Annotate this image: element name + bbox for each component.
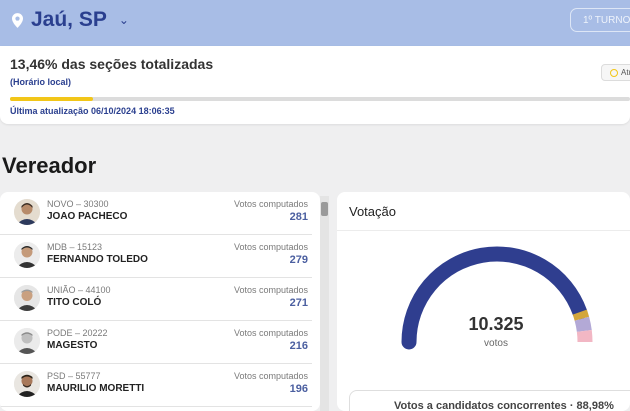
candidate-name: MAGESTO (47, 340, 98, 351)
candidate-party: NOVO – 30300 (47, 199, 109, 209)
office-heading: Vereador (2, 153, 97, 178)
candidate-party: PSD – 55777 (47, 371, 101, 381)
candidate-avatar (14, 328, 40, 354)
votes-count: 279 (289, 254, 308, 266)
votes-label: Votos computados (233, 242, 308, 252)
candidate-row[interactable]: PSD – 55777 MAURILIO MORETTI Votos compu… (0, 364, 312, 407)
candidate-name: TITO COLÓ (47, 297, 102, 308)
location-selector[interactable]: Jaú, SP ⌄ (12, 8, 129, 32)
candidate-avatar (14, 199, 40, 225)
voting-card: Votação 10.325 votos Votos a candidatos … (337, 192, 630, 411)
summary-text: Votos a candidatos concorrentes · 88,98% (394, 400, 614, 411)
candidate-row[interactable]: MDB – 15123 FERNANDO TOLEDO Votos comput… (0, 235, 312, 278)
candidate-party: UNIÃO – 44100 (47, 285, 111, 295)
gauge-segment (576, 329, 593, 343)
candidate-name: MAURILIO MORETTI (47, 383, 145, 394)
votes-count: 271 (289, 297, 308, 309)
gauge-segment (574, 316, 592, 332)
candidate-party: MDB – 15123 (47, 242, 103, 252)
refresh-label: Atu (621, 68, 630, 77)
voting-title: Votação (349, 204, 396, 219)
candidate-name: JOAO PACHECO (47, 211, 128, 222)
candidate-name: FERNANDO TOLEDO (47, 254, 148, 265)
refresh-button[interactable]: Atu (601, 64, 630, 81)
progress-fill (10, 97, 94, 101)
candidate-avatar (14, 285, 40, 311)
votes-count: 196 (289, 383, 308, 395)
map-pin-icon (12, 12, 23, 28)
totalization-status-card: 13,46% das seções totalizadas (Horário l… (0, 46, 630, 124)
candidate-row[interactable]: NOVO – 30300 JOAO PACHECO Votos computad… (0, 192, 312, 235)
divider (337, 230, 630, 231)
list-scrollbar[interactable] (320, 196, 329, 411)
summary-box: Votos a candidatos concorrentes · 88,98% (349, 390, 630, 411)
last-update: Última atualização 06/10/2024 18:06:35 (10, 106, 175, 116)
location-name: Jaú, SP (31, 8, 107, 31)
sections-counted: 13,46% das seções totalizadas (10, 56, 214, 72)
total-votes-label: votos (484, 338, 508, 349)
scrollbar-thumb[interactable] (321, 202, 328, 216)
refresh-icon (610, 68, 618, 77)
votes-count: 216 (289, 340, 308, 352)
candidate-row[interactable]: PODE – 20222 MAGESTO Votos computados 21… (0, 321, 312, 364)
candidate-party: PODE – 20222 (47, 328, 108, 338)
local-time-note: (Horário local) (10, 77, 72, 87)
total-votes: 10.325 (468, 314, 524, 334)
votes-label: Votos computados (233, 371, 308, 381)
votes-label: Votos computados (233, 328, 308, 338)
candidate-avatar (14, 371, 40, 397)
turn-button[interactable]: 1º TURNO (570, 8, 630, 32)
votes-label: Votos computados (233, 285, 308, 295)
candidate-list: NOVO – 30300 JOAO PACHECO Votos computad… (0, 192, 320, 411)
votes-count: 281 (289, 211, 308, 223)
gauge-segment (572, 309, 590, 321)
candidate-row[interactable]: UNIÃO – 44100 TITO COLÓ Votos computados… (0, 278, 312, 321)
progress-bar (10, 97, 630, 101)
chevron-down-icon: ⌄ (118, 13, 129, 27)
votes-label: Votos computados (233, 199, 308, 209)
header-bar: Jaú, SP ⌄ 1º TURNO (0, 0, 630, 46)
candidate-avatar (14, 242, 40, 268)
